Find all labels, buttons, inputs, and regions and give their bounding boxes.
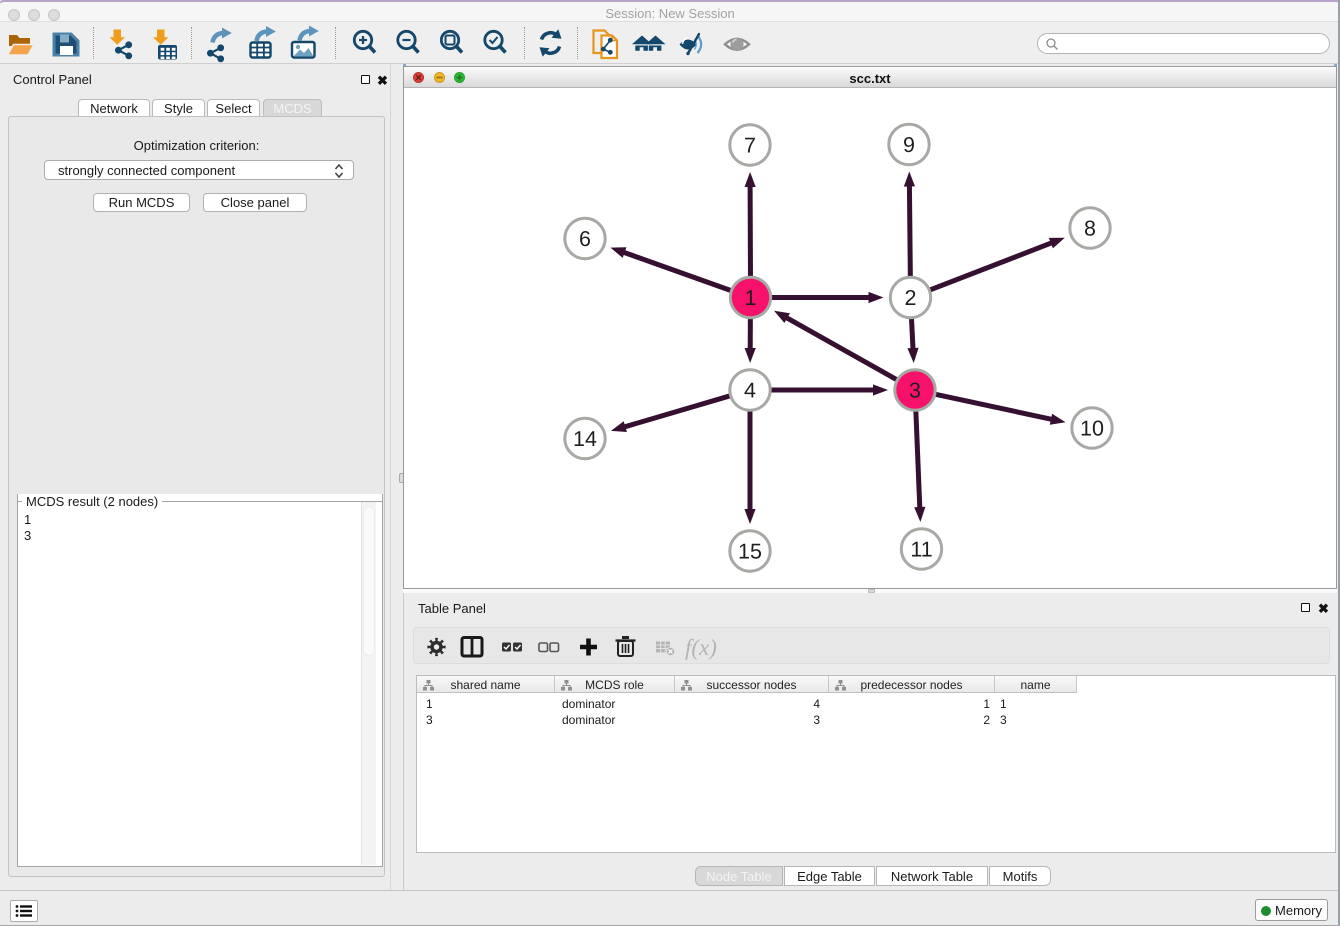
svg-text:2: 2 [905, 286, 917, 310]
svg-text:7: 7 [744, 134, 756, 158]
svg-text:4: 4 [744, 379, 756, 403]
svg-text:11: 11 [910, 538, 932, 562]
svg-text:8: 8 [1084, 217, 1096, 241]
svg-text:f(x): f(x) [685, 635, 717, 660]
svg-text:10: 10 [1080, 417, 1104, 441]
svg-text:3: 3 [909, 379, 921, 403]
svg-text:9: 9 [903, 133, 915, 157]
svg-text:1: 1 [745, 286, 757, 310]
svg-text:15: 15 [738, 540, 762, 564]
svg-text:6: 6 [579, 227, 591, 251]
svg-text:14: 14 [573, 427, 597, 451]
